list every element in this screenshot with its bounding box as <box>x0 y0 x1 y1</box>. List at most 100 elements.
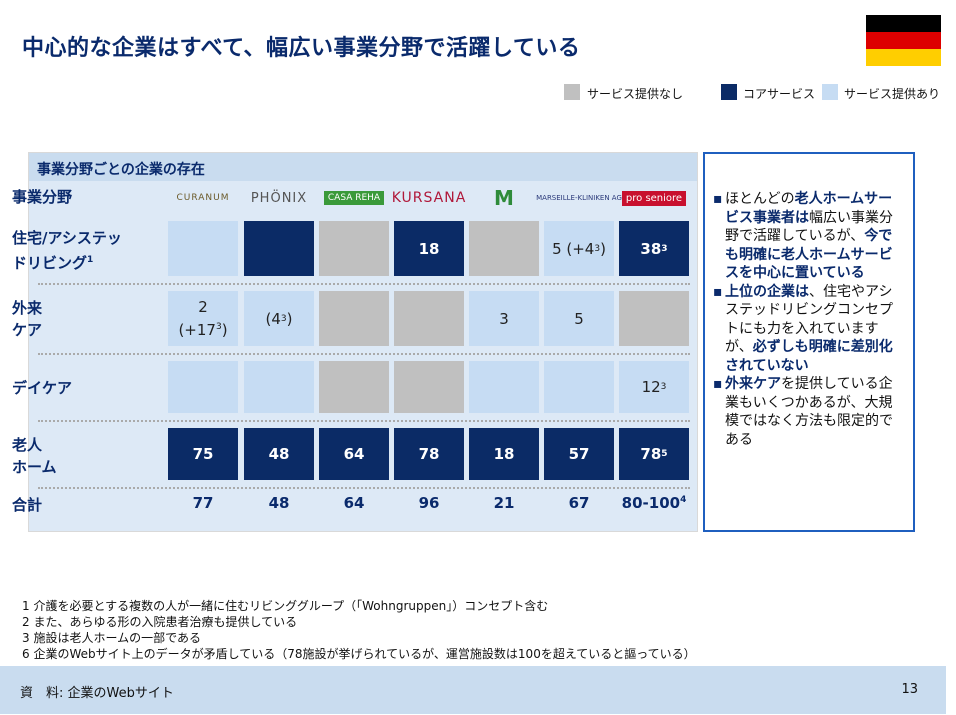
cell-value: 2 <box>198 298 208 316</box>
total-value: 96 <box>394 494 464 512</box>
total-number: 48 <box>268 494 290 512</box>
total-number: 21 <box>493 494 515 512</box>
finding-1-text-a: ほとんどの <box>725 191 795 207</box>
matrix-cell <box>544 361 614 413</box>
finding-1: ▪ ほとんどの老人ホームサービス事業者は幅広い事業分野で活躍しているが、今でも明… <box>713 190 903 283</box>
matrix-cell: 2 (+173) <box>168 291 238 346</box>
total-number: 67 <box>568 494 590 512</box>
cell-value: (4 <box>265 309 281 328</box>
cell-value-secondary: (+173) <box>178 321 228 339</box>
row-separator <box>38 283 690 285</box>
footnote: 1 介護を必要とする複数の人が一緒に住むリビンググループ（「Wohngruppe… <box>22 599 549 613</box>
matrix-cell: 38 3 <box>619 221 689 276</box>
footnotes: 1 介護を必要とする複数の人が一緒に住むリビンググループ（「Wohngruppe… <box>22 598 696 662</box>
matrix-cell: 64 <box>319 428 389 480</box>
row-label-line: ドリビング1 <box>12 254 94 272</box>
row-separator <box>38 353 690 355</box>
total-number: 80-100 <box>621 494 681 512</box>
row-label-line: ホーム <box>12 458 57 476</box>
total-value: 64 <box>319 494 389 512</box>
matrix-cell: 3 <box>469 291 539 346</box>
footnote: 3 施設は老人ホームの一部である <box>22 631 201 645</box>
germany-flag-icon <box>866 15 941 66</box>
company-logo: CASA REHA <box>319 186 389 210</box>
row-label-line: 老人 <box>12 436 43 454</box>
company-name: CASA REHA <box>323 191 385 205</box>
cell-value: 75 <box>192 445 214 463</box>
bullet-icon: ▪ <box>713 376 723 392</box>
company-name: M <box>494 186 514 210</box>
total-number: 64 <box>343 494 365 512</box>
footer-bar: 資 料: 企業のWebサイト 13 <box>0 666 946 714</box>
legend-none-label: サービス提供なし <box>587 87 684 101</box>
matrix-cell <box>394 291 464 346</box>
matrix-cell: 57 <box>544 428 614 480</box>
company-name: MARSEILLE-KLINIKEN AG <box>536 194 622 202</box>
matrix-cell <box>619 291 689 346</box>
matrix-cell: 5 <box>544 291 614 346</box>
company-name: CURANUM <box>176 193 230 203</box>
bullet-icon: ▪ <box>713 283 723 300</box>
matrix-cell <box>319 361 389 413</box>
row-label: 住宅/アシステッ ドリビング1 <box>12 227 122 274</box>
bullet-icon: ▪ <box>713 191 723 207</box>
footnote: 2 また、あらゆる形の入院患者治療も提供している <box>22 615 298 629</box>
cell-value: 57 <box>568 445 590 463</box>
total-value: 48 <box>244 494 314 512</box>
matrix-cell: (4 3) <box>244 291 314 346</box>
matrix-cell <box>244 361 314 413</box>
matrix-cell: 12 3 <box>619 361 689 413</box>
footnote-ref: 1 <box>87 255 94 265</box>
footnote-ref: 5 <box>661 449 668 459</box>
panel-title: 事業分野ごとの企業の存在 <box>37 162 205 178</box>
company-logo: pro seniore <box>619 186 689 210</box>
legend: サービス提供なし コアサービス サービス提供あり <box>0 84 956 102</box>
legend-core-swatch <box>721 84 737 100</box>
legend-avail-swatch <box>822 84 838 100</box>
matrix-cell: 18 <box>469 428 539 480</box>
cell-value: 3 <box>499 309 509 328</box>
matrix-cell: 48 <box>244 428 314 480</box>
company-logo: KURSANA <box>392 186 466 210</box>
matrix-cell <box>168 221 238 276</box>
matrix-cell <box>469 361 539 413</box>
row-label: デイケア <box>12 377 72 399</box>
cell-value: 5 <box>574 309 584 328</box>
total-number: 77 <box>192 494 214 512</box>
row-label: 老人 ホーム <box>12 434 57 478</box>
cell-value: 18 <box>418 239 440 258</box>
cell-value: 12 <box>641 378 661 396</box>
cell-value-tail: ) <box>286 309 293 328</box>
row-separator <box>38 487 690 489</box>
legend-none-swatch <box>564 84 580 100</box>
company-logo: CURANUM <box>168 186 238 210</box>
matrix-cell: 78 5 <box>619 428 689 480</box>
total-value: 21 <box>469 494 539 512</box>
row-label-line: ケア <box>12 321 43 339</box>
panel-header: 事業分野ごとの企業の存在 <box>29 153 697 181</box>
cell-value: 64 <box>343 445 365 463</box>
company-logo: M <box>469 186 539 210</box>
cell-value: 5 (+4 <box>552 239 595 258</box>
company-logo: PHÖNIX <box>244 186 314 210</box>
finding-3-highlight: 外来ケア <box>725 376 781 392</box>
totals-label: 合計 <box>12 496 43 514</box>
total-value: 67 <box>544 494 614 512</box>
matrix-cell: 75 <box>168 428 238 480</box>
legend-avail-label: サービス提供あり <box>844 87 941 101</box>
total-value: 80-1004 <box>619 494 689 512</box>
cell-value-tail: ) <box>600 239 606 258</box>
cell-value: 78 <box>640 445 662 463</box>
source-note: 資 料: 企業のWebサイト <box>20 686 174 701</box>
footnote-ref: 4 <box>680 495 687 505</box>
footnote-ref: 3 <box>661 243 668 254</box>
matrix-cell: 18 <box>394 221 464 276</box>
matrix-cell <box>319 221 389 276</box>
cell-value: 18 <box>493 445 515 463</box>
row-label-line: 外来 <box>12 299 43 317</box>
key-findings-box: ▪ ほとんどの老人ホームサービス事業者は幅広い事業分野で活躍しているが、今でも明… <box>703 152 915 532</box>
row-label-line: 住宅/アシステッ <box>12 229 122 247</box>
cell-value: 38 <box>640 239 662 258</box>
matrix-cell <box>168 361 238 413</box>
matrix-cell <box>244 221 314 276</box>
